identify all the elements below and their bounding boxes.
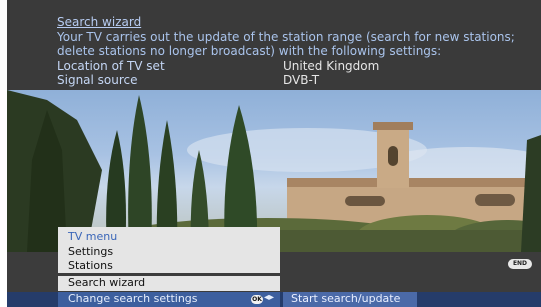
setting-label: Location of TV set bbox=[57, 59, 165, 73]
start-search-update-button[interactable]: Start search/update bbox=[283, 292, 417, 307]
tv-menu-panel: TV menu Settings Stations bbox=[58, 227, 280, 273]
action-label: Start search/update bbox=[291, 292, 401, 305]
ok-icon: OK bbox=[251, 295, 263, 304]
setting-row-location: Location of TV set United Kingdom bbox=[57, 59, 537, 73]
selected-item-label: Change search settings bbox=[68, 292, 198, 305]
setting-label: Signal source bbox=[57, 73, 138, 87]
info-panel: Search wizard Your TV carries out the up… bbox=[7, 0, 541, 90]
tv-screen: Search wizard Your TV carries out the up… bbox=[7, 0, 541, 307]
menu-item-change-search-settings[interactable]: Change search settings OK ◂▸ bbox=[58, 292, 280, 307]
menu-item-search-wizard[interactable]: Search wizard bbox=[58, 276, 280, 291]
menu-header: TV menu bbox=[68, 230, 118, 243]
end-button-hint[interactable]: END bbox=[508, 259, 532, 269]
wizard-description: Your TV carries out the update of the st… bbox=[57, 30, 515, 58]
menu-item-label: Search wizard bbox=[68, 276, 146, 289]
menu-item-stations[interactable]: Stations bbox=[68, 259, 113, 272]
left-right-arrows-icon: ◂▸ bbox=[264, 292, 275, 303]
setting-row-signal: Signal source DVB-T bbox=[57, 73, 537, 87]
setting-value: United Kingdom bbox=[283, 59, 380, 73]
setting-value: DVB-T bbox=[283, 73, 320, 87]
wizard-title: Search wizard bbox=[57, 15, 142, 29]
menu-item-settings[interactable]: Settings bbox=[68, 245, 113, 258]
